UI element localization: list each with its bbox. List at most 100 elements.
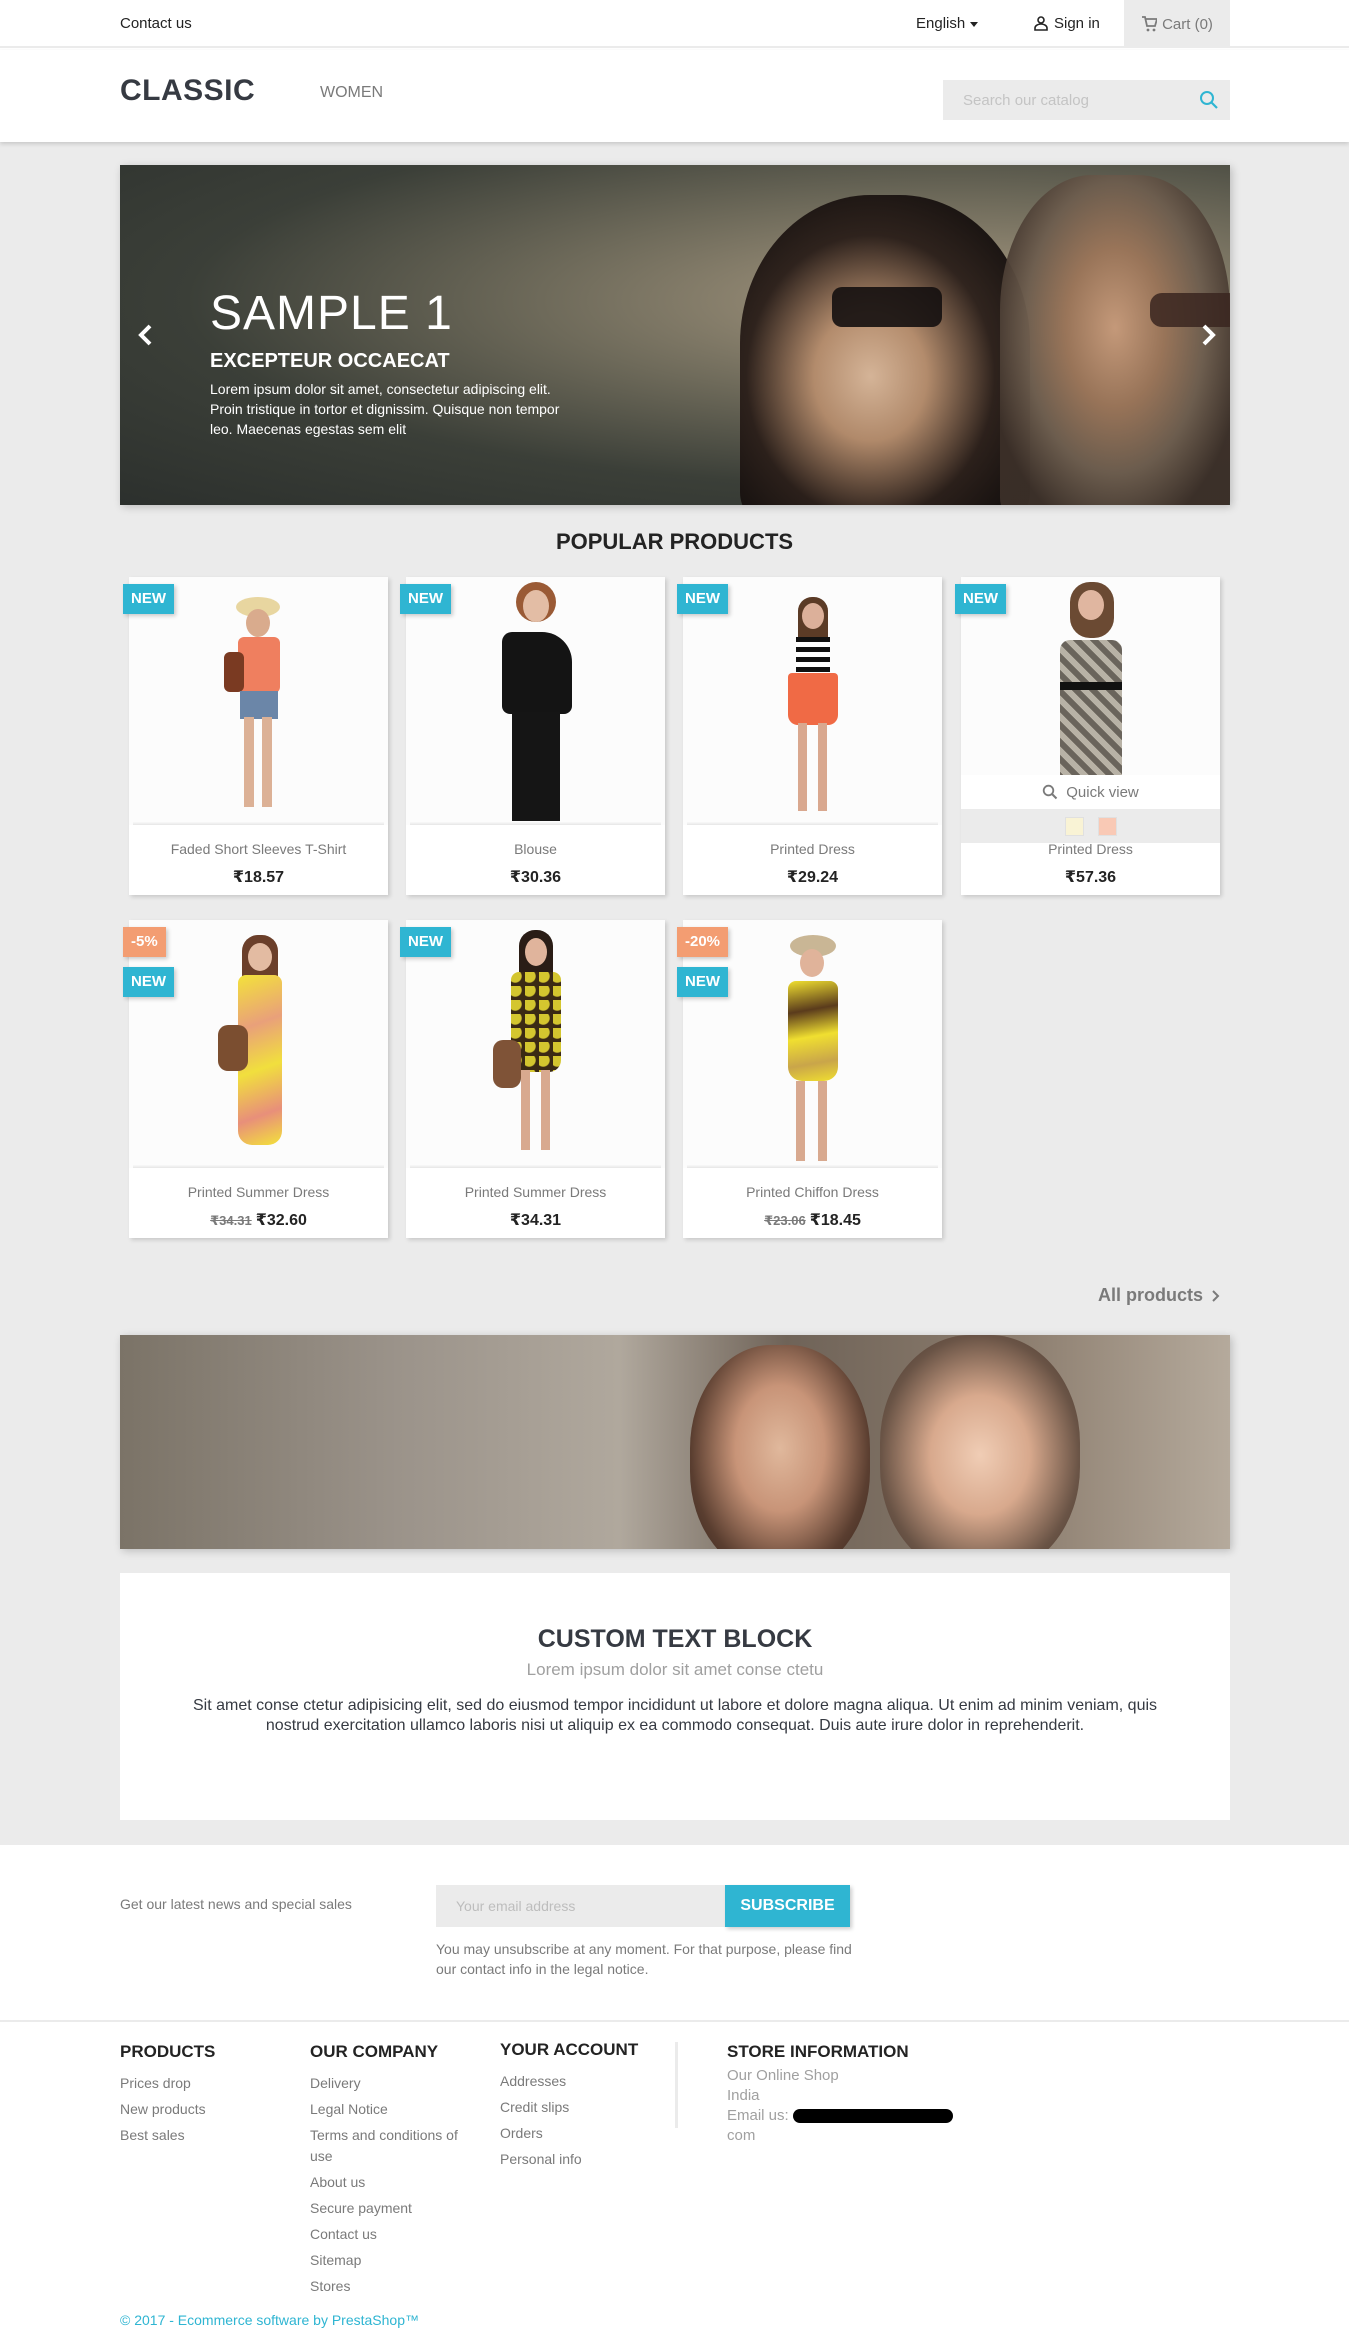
sign-in-label: Sign in — [1054, 15, 1100, 32]
subscribe-button[interactable]: SUBSCRIBE — [725, 1885, 850, 1927]
store-name: Our Online Shop — [727, 2067, 839, 2084]
footer-link-secure-payment[interactable]: Secure payment — [310, 2195, 470, 2221]
search-input[interactable] — [943, 80, 1183, 120]
product-name[interactable]: Printed Summer Dress — [406, 1184, 665, 1200]
site-footer: PRODUCTS Prices drop New products Best s… — [0, 2022, 1349, 2346]
product-price-line: ₹57.36 — [961, 867, 1220, 887]
product-name[interactable]: Printed Summer Dress — [129, 1184, 388, 1200]
footer-link-terms[interactable]: Terms and conditions of use — [310, 2125, 470, 2167]
main-content: SAMPLE 1 EXCEPTEUR OCCAECAT Lorem ipsum … — [0, 142, 1349, 1845]
footer-link-about-us[interactable]: About us — [310, 2169, 470, 2195]
magnifier-icon — [1043, 784, 1058, 800]
contact-us-link[interactable]: Contact us — [120, 15, 192, 32]
footer-link-sitemap[interactable]: Sitemap — [310, 2247, 470, 2273]
footer-heading: YOUR ACCOUNT — [500, 2040, 639, 2059]
promo-banner[interactable] — [120, 1335, 1230, 1549]
product-image[interactable] — [683, 577, 942, 825]
store-email: Email us: com — [727, 2106, 975, 2146]
footer-link-contact-us[interactable]: Contact us — [310, 2221, 470, 2247]
color-swatch[interactable] — [1097, 816, 1117, 836]
store-logo[interactable]: CLASSIC — [120, 74, 255, 108]
footer-products-column: PRODUCTS Prices drop New products Best s… — [120, 2042, 215, 2148]
product-price: ₹29.24 — [786, 869, 839, 886]
chevron-left-icon[interactable] — [134, 320, 158, 350]
all-products-link[interactable]: All products — [1098, 1285, 1221, 1306]
footer-link-stores[interactable]: Stores — [310, 2273, 470, 2299]
product-image[interactable] — [683, 920, 942, 1168]
product-name[interactable]: Printed Dress — [683, 841, 942, 857]
product-price-line: ₹34.31 — [406, 1210, 665, 1230]
footer-company-column: OUR COMPANY Delivery Legal Notice Terms … — [310, 2042, 470, 2299]
language-selector[interactable]: English — [916, 15, 979, 32]
product-image[interactable] — [406, 920, 665, 1168]
user-icon — [1034, 16, 1048, 31]
footer-account-column: YOUR ACCOUNT Addresses Credit slips Orde… — [500, 2040, 638, 2172]
product-card[interactable]: NEW Faded Short Sleeves T-Shirt ₹18.57 — [123, 577, 388, 895]
redacted-email — [792, 2109, 953, 2124]
product-price: ₹57.36 — [1064, 869, 1117, 886]
newsletter-email-input[interactable] — [436, 1885, 725, 1927]
new-badge: NEW — [123, 967, 174, 997]
hero-caption: SAMPLE 1 EXCEPTEUR OCCAECAT Lorem ipsum … — [210, 290, 570, 439]
cart-link[interactable]: Cart (0) — [1124, 0, 1230, 48]
product-price-line: ₹18.57 — [129, 867, 388, 887]
sign-in-link[interactable]: Sign in — [1034, 15, 1100, 32]
product-card[interactable]: -5% NEW Printed Summer Dress ₹34.31 ₹32.6… — [123, 920, 388, 1238]
hero-carousel: SAMPLE 1 EXCEPTEUR OCCAECAT Lorem ipsum … — [120, 165, 1230, 505]
new-badge: NEW — [677, 967, 728, 997]
product-price-line: ₹29.24 — [683, 867, 942, 887]
hero-image-sunglasses — [832, 287, 942, 327]
product-image[interactable] — [406, 577, 665, 825]
product-name[interactable]: Printed Chiffon Dress — [683, 1184, 942, 1200]
store-information: STORE INFORMATION Our Online Shop India … — [675, 2042, 975, 2144]
product-price-line: ₹23.06 ₹18.45 — [683, 1210, 942, 1230]
product-price: ₹30.36 — [509, 869, 562, 886]
new-badge: NEW — [955, 584, 1006, 614]
product-name[interactable]: Blouse — [406, 841, 665, 857]
footer-heading: PRODUCTS — [120, 2042, 216, 2061]
new-badge: NEW — [123, 584, 174, 614]
cart-icon — [1142, 16, 1158, 32]
product-image[interactable] — [129, 920, 388, 1168]
footer-link-delivery[interactable]: Delivery — [310, 2070, 470, 2096]
language-label: English — [916, 15, 966, 32]
footer-link-new-products[interactable]: New products — [120, 2096, 215, 2122]
new-badge: NEW — [400, 927, 451, 957]
product-card[interactable]: NEW Blouse ₹30.36 — [400, 577, 665, 895]
product-price: ₹32.60 — [255, 1212, 307, 1229]
product-card[interactable]: NEW Printed Dress ₹29.24 — [677, 577, 942, 895]
copyright-link[interactable]: © 2017 - Ecommerce software by PrestaSho… — [120, 2312, 419, 2328]
footer-link-personal-info[interactable]: Personal info — [500, 2146, 638, 2172]
regular-price: ₹34.31 — [210, 1213, 252, 1228]
footer-link-best-sales[interactable]: Best sales — [120, 2122, 215, 2148]
footer-link-prices-drop[interactable]: Prices drop — [120, 2070, 215, 2096]
discount-badge: -20% — [677, 927, 729, 957]
footer-link-addresses[interactable]: Addresses — [500, 2068, 638, 2094]
newsletter-note: You may unsubscribe at any moment. For t… — [436, 1941, 852, 1977]
product-image[interactable] — [129, 577, 388, 825]
quick-view-button[interactable]: Quick view — [961, 775, 1220, 809]
footer-link-orders[interactable]: Orders — [500, 2120, 638, 2146]
popular-products-title: POPULAR PRODUCTS — [555, 529, 794, 554]
newsletter-label: Get our latest news and special sales — [120, 1896, 352, 1912]
menu-item-women[interactable]: WOMEN — [320, 84, 383, 102]
site-header: CLASSIC WOMEN — [0, 50, 1349, 142]
search-icon[interactable] — [1198, 89, 1220, 111]
product-price: ₹34.31 — [509, 1212, 562, 1229]
footer-heading: OUR COMPANY — [310, 2042, 439, 2061]
color-swatch[interactable] — [1064, 816, 1084, 836]
footer-link-legal-notice[interactable]: Legal Notice — [310, 2096, 470, 2122]
caret-down-icon — [970, 21, 979, 27]
chevron-right-icon — [1212, 1289, 1220, 1302]
banner-image-woman-1 — [690, 1345, 870, 1549]
product-card[interactable]: NEW Printed Summer Dress ₹34.31 — [400, 920, 665, 1238]
custom-block-subtitle: Lorem ipsum dolor sit amet conse ctetu — [526, 1660, 824, 1679]
footer-link-credit-slips[interactable]: Credit slips — [500, 2094, 638, 2120]
product-card[interactable]: -20% NEW Printed Chiffon Dress ₹23.06 ₹18… — [677, 920, 942, 1238]
product-name[interactable]: Printed Dress — [961, 841, 1220, 857]
discount-badge: -5% — [123, 927, 166, 957]
product-card[interactable]: NEW Quick view Printed Dress ₹57.36 — [955, 577, 1220, 895]
new-badge: NEW — [400, 584, 451, 614]
product-name[interactable]: Faded Short Sleeves T-Shirt — [129, 841, 388, 857]
chevron-right-icon[interactable] — [1196, 320, 1220, 350]
